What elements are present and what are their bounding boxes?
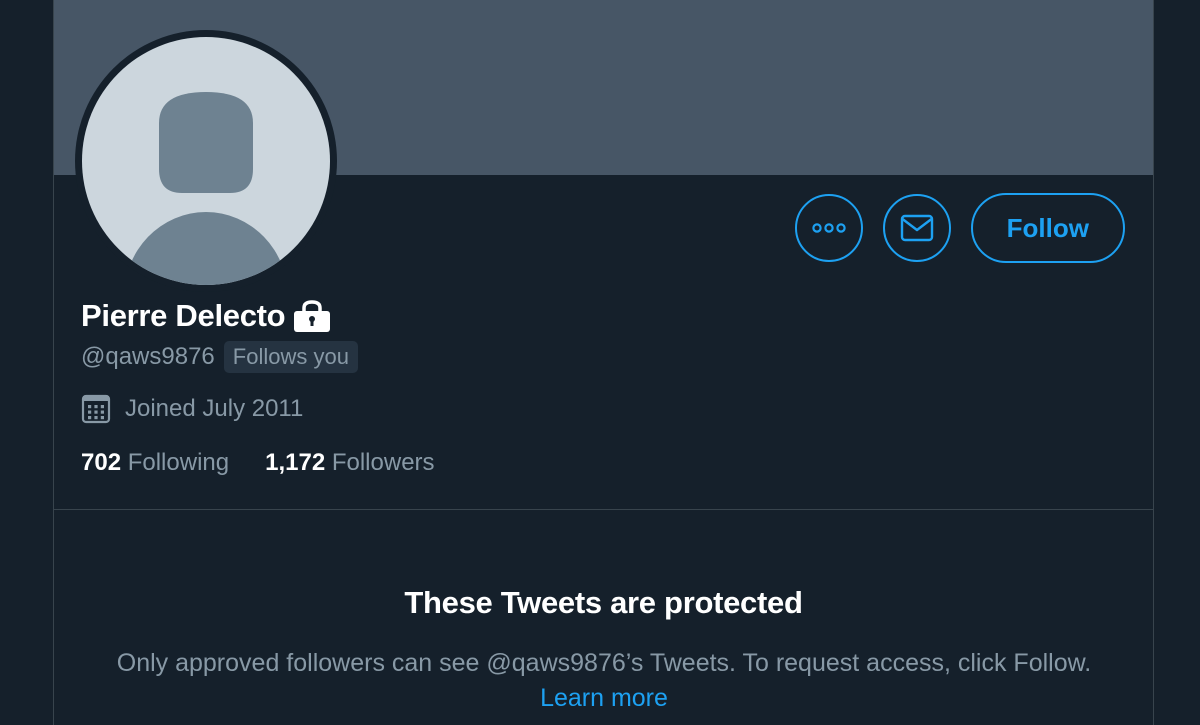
profile-column: Follow Pierre Delecto @qaws9876 Follows … (53, 0, 1154, 725)
more-icon (811, 223, 846, 233)
follow-button[interactable]: Follow (970, 193, 1125, 263)
protected-message-text: Only approved followers can see @qaws987… (116, 649, 1092, 677)
learn-more-link[interactable]: Learn more (540, 684, 668, 712)
following-label: Following (127, 449, 230, 476)
section-divider (54, 509, 1153, 510)
envelope-icon (900, 214, 933, 242)
default-avatar-icon (82, 37, 330, 285)
following-link[interactable]: 702 Following (81, 449, 229, 477)
follows-you-badge: Follows you (223, 341, 358, 373)
followers-count: 1,172 (265, 449, 326, 476)
join-date: Joined July 2011 (81, 394, 303, 424)
username-handle: @qaws9876 (81, 343, 215, 370)
more-options-button[interactable] (794, 194, 863, 262)
avatar[interactable] (75, 30, 337, 292)
calendar-icon (81, 394, 111, 424)
join-date-text: Joined July 2011 (125, 395, 304, 422)
followers-link[interactable]: 1,172 Followers (265, 449, 434, 477)
profile-actions: Follow (794, 193, 1125, 263)
profile-name-row: Pierre Delecto (81, 298, 331, 334)
lock-icon (294, 300, 331, 332)
display-name: Pierre Delecto (81, 298, 286, 333)
protected-message: Only approved followers can see @qaws987… (114, 646, 1094, 716)
follow-stats: 702 Following 1,172 Followers (81, 449, 435, 477)
followers-label: Followers (331, 449, 435, 476)
protected-title: These Tweets are protected (404, 585, 803, 620)
message-button[interactable] (882, 194, 951, 262)
handle-row: @qaws9876 Follows you (81, 341, 358, 373)
following-count: 702 (81, 449, 122, 476)
